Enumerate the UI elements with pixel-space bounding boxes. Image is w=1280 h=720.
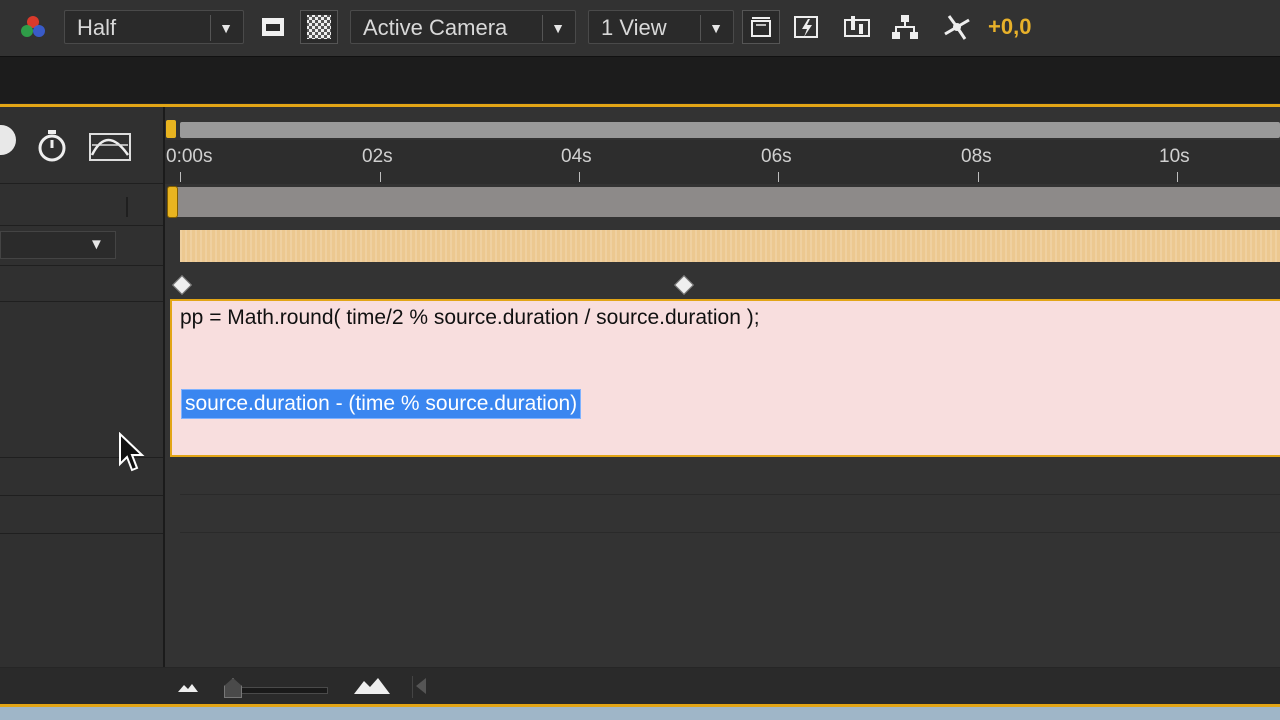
panel-divider-band — [0, 57, 1280, 103]
camera-label: Active Camera — [363, 15, 508, 40]
column-divider — [126, 197, 128, 217]
ruler-label: 08s — [961, 146, 992, 167]
comp-flowchart-icon[interactable] — [886, 10, 924, 44]
exposure-value[interactable]: +0,0 — [988, 14, 1031, 40]
expression-line[interactable]: pp = Math.round( time/2 % source.duratio… — [180, 306, 760, 330]
ruler-label: 10s — [1159, 146, 1190, 167]
zoom-in-icon[interactable] — [352, 676, 392, 701]
region-of-interest-icon[interactable] — [254, 10, 292, 44]
time-ruler[interactable] — [165, 140, 1280, 184]
camera-dropdown[interactable]: Active Camera ▼ — [350, 10, 576, 44]
viewer-toolbar: Half ▼ Active Camera ▼ 1 View ▼ +0,0 — [0, 0, 1280, 57]
ruler-label: 02s — [362, 146, 393, 167]
3d-view-icon[interactable] — [742, 10, 780, 44]
scroll-left-icon[interactable] — [414, 676, 428, 701]
ruler-tick — [1177, 172, 1178, 182]
motion-blur-icon[interactable] — [0, 125, 16, 155]
graph-editor-icon[interactable] — [88, 131, 132, 168]
view-layout-label: 1 View — [601, 15, 667, 40]
timeline-icon[interactable] — [838, 10, 876, 44]
ruler-tick — [579, 172, 580, 182]
fast-previews-icon[interactable] — [788, 10, 826, 44]
window-bottom-edge — [0, 704, 1280, 720]
mouse-cursor-icon — [118, 431, 148, 479]
row-divider — [180, 494, 1280, 495]
ruler-tick — [978, 172, 979, 182]
ruler-tick — [778, 172, 779, 182]
navigator-start-handle[interactable] — [166, 120, 176, 138]
work-area-bar[interactable] — [172, 187, 1280, 217]
transparency-grid-icon[interactable] — [300, 10, 338, 44]
chevron-down-icon: ▼ — [219, 20, 233, 36]
chevron-down-icon: ▼ — [709, 20, 723, 36]
divider — [412, 676, 413, 698]
current-time-indicator[interactable] — [168, 187, 177, 217]
expression-selected-text[interactable]: source.duration - (time % source.duratio… — [181, 389, 582, 419]
timeline-zoom-bar — [0, 668, 1280, 704]
color-channels-icon[interactable] — [14, 10, 52, 44]
view-layout-dropdown[interactable]: 1 View ▼ — [588, 10, 734, 44]
resolution-dropdown[interactable]: Half ▼ — [64, 10, 244, 44]
layer-outline-panel: ▼ — [0, 107, 165, 667]
layer-duration-bar[interactable] — [180, 230, 1280, 262]
work-area-navigator[interactable] — [180, 122, 1280, 138]
stopwatch-icon[interactable] — [36, 129, 68, 168]
ruler-label: 06s — [761, 146, 792, 167]
reset-exposure-icon[interactable] — [938, 10, 976, 44]
chevron-down-icon: ▼ — [551, 20, 565, 36]
chevron-down-icon: ▼ — [89, 236, 104, 253]
ruler-tick — [180, 172, 181, 182]
expression-language-dropdown[interactable]: ▼ — [0, 231, 116, 259]
zoom-slider-track[interactable] — [228, 687, 328, 694]
resolution-label: Half — [77, 15, 117, 40]
row-divider — [180, 532, 1280, 533]
zoom-slider-handle[interactable] — [224, 678, 242, 698]
ruler-label: 04s — [561, 146, 592, 167]
zoom-out-icon[interactable] — [176, 680, 200, 699]
ruler-tick — [380, 172, 381, 182]
ruler-label: 0:00s — [166, 146, 213, 167]
